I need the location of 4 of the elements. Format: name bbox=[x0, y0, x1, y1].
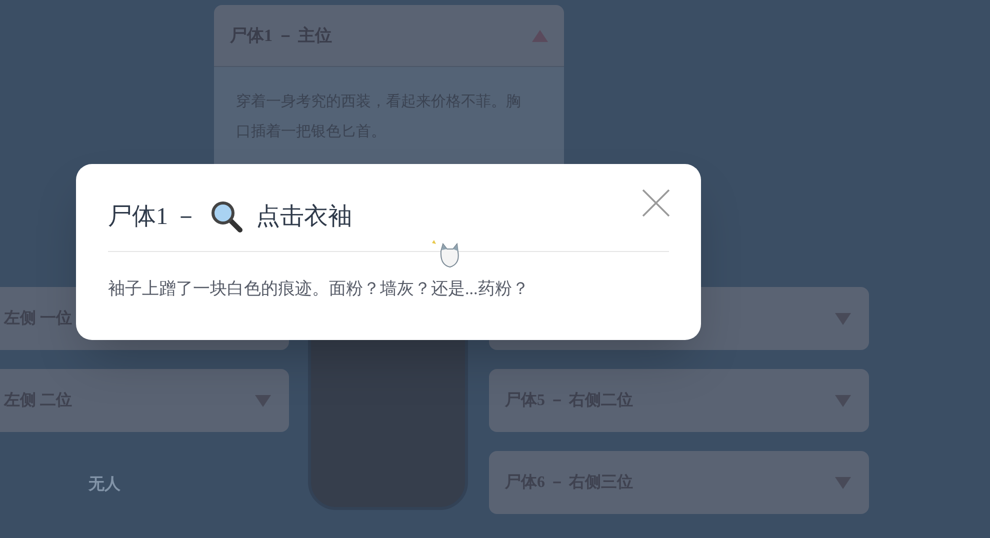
dialog-title: 尸体1 － bbox=[108, 203, 198, 232]
dialog-action: 点击衣袖 bbox=[256, 202, 352, 232]
empty-label: 无人 bbox=[88, 475, 120, 495]
dialog-message: 袖子上蹭了一块白色的痕迹。面粉？墙灰？还是...药粉？ bbox=[108, 278, 530, 300]
